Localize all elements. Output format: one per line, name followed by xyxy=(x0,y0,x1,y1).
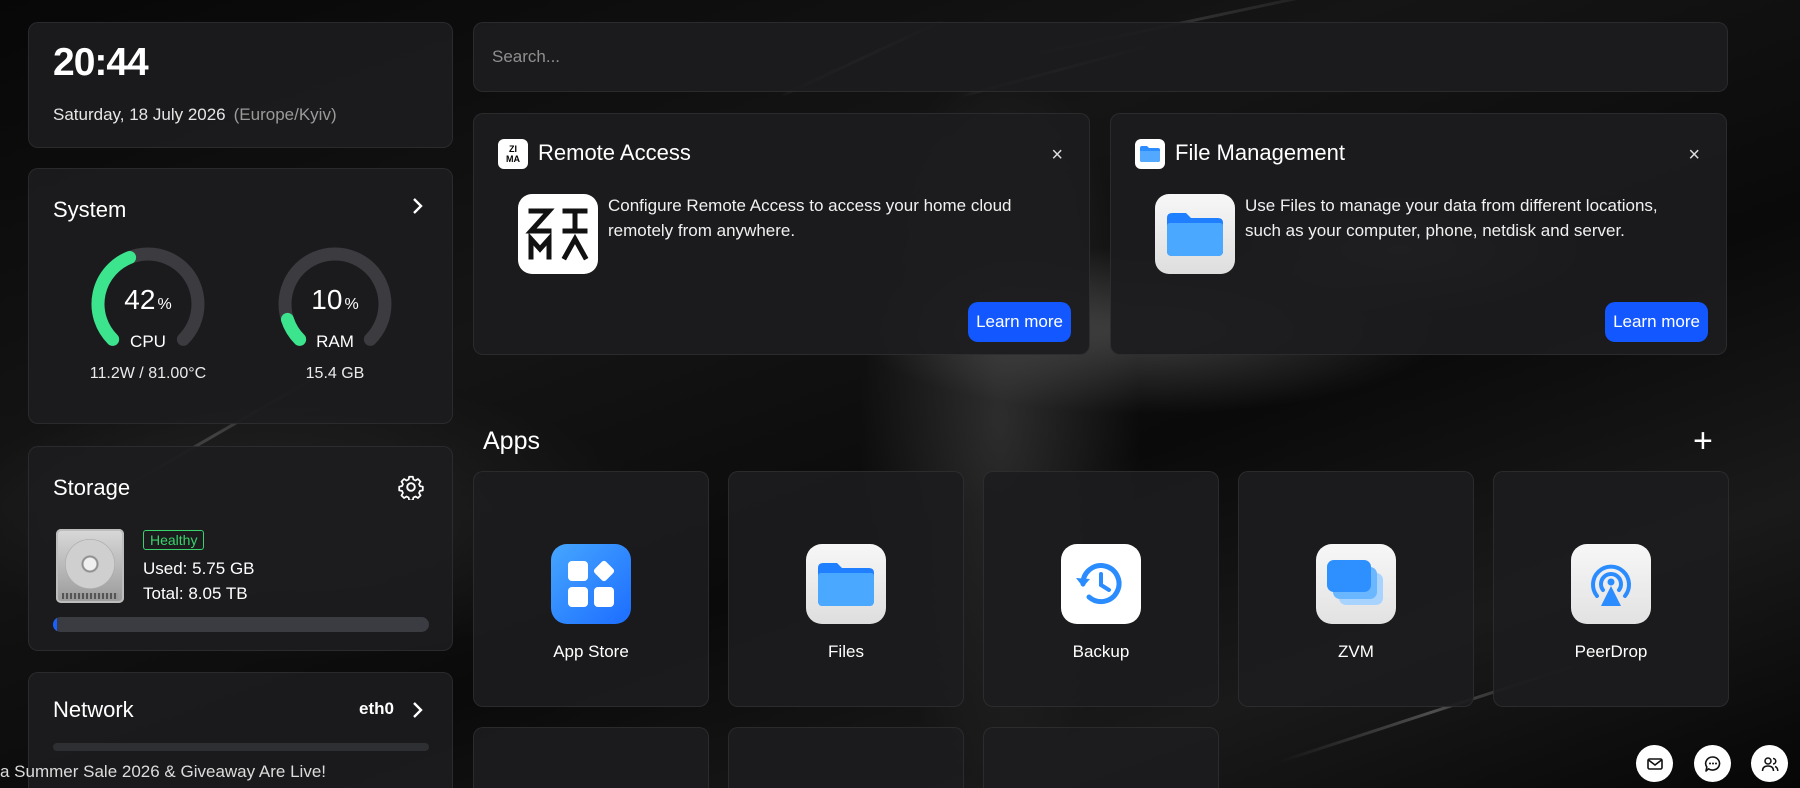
ram-detail: 15.4 GB xyxy=(305,365,365,382)
system-widget: System 42% CPU 11.2W / 81.00°C 10% RAM 1… xyxy=(28,168,453,424)
clock-time: 20:44 xyxy=(53,41,149,84)
chat-icon[interactable] xyxy=(1694,745,1731,782)
ram-value: 10% xyxy=(311,284,359,315)
clock-date-text: Saturday, 18 July 2026 xyxy=(53,105,226,124)
app-tile-files[interactable]: Files xyxy=(728,471,964,707)
storage-status-badge: Healthy xyxy=(143,530,205,550)
file-management-close-icon[interactable]: × xyxy=(1688,144,1700,167)
file-management-description: Use Files to manage your data from diffe… xyxy=(1245,196,1658,240)
app-tile-zvm[interactable]: ZVM xyxy=(1238,471,1474,707)
remote-access-close-icon[interactable]: × xyxy=(1051,144,1063,167)
cpu-label: CPU xyxy=(130,332,166,351)
ram-label: RAM xyxy=(316,332,354,351)
app-name: Files xyxy=(828,642,864,661)
storage-used: Used: 5.75 GB xyxy=(143,559,255,578)
zvm-icon xyxy=(1316,544,1396,624)
users-icon[interactable] xyxy=(1751,745,1788,782)
cpu-value: 42% xyxy=(124,284,172,315)
clock-date: Saturday, 18 July 2026 (Europe/Kyiv) xyxy=(53,105,337,125)
remote-access-description: Configure Remote Access to access your h… xyxy=(608,196,1012,240)
app-store-icon xyxy=(551,544,631,624)
remote-access-learn-more-button[interactable]: Learn more xyxy=(968,302,1071,342)
app-name: ZVM xyxy=(1338,642,1374,661)
folder-icon xyxy=(806,544,886,624)
peerdrop-icon xyxy=(1571,544,1651,624)
system-title: System xyxy=(53,197,127,222)
network-graph-track xyxy=(53,743,429,751)
app-tile-peerdrop[interactable]: PeerDrop xyxy=(1493,471,1729,707)
app-name: PeerDrop xyxy=(1574,642,1648,661)
storage-usage-bar xyxy=(53,617,429,632)
folder-large-icon xyxy=(1155,194,1235,274)
hard-drive-icon xyxy=(56,529,124,603)
network-chevron-right-icon[interactable] xyxy=(407,699,429,721)
backup-icon xyxy=(1061,544,1141,624)
app-name: Backup xyxy=(1072,642,1130,661)
zima-logo-mark xyxy=(525,208,589,261)
file-management-card: File Management × Use Files to manage yo… xyxy=(1110,113,1727,355)
cpu-detail: 11.2W / 81.00°C xyxy=(89,365,207,382)
clock-timezone: (Europe/Kyiv) xyxy=(233,105,337,124)
storage-title: Storage xyxy=(53,475,131,500)
storage-total: Total: 8.05 TB xyxy=(143,584,248,603)
app-tile-row2-3[interactable] xyxy=(983,727,1219,788)
app-tile-app-store[interactable]: App Store xyxy=(473,471,709,707)
network-interface[interactable]: eth0 xyxy=(359,699,394,719)
cpu-gauge: 42% CPU xyxy=(88,244,208,364)
remote-access-card: ZI MA Remote Access × Configure Remote Ac… xyxy=(473,113,1090,355)
zima-logo-icon: ZI MA xyxy=(498,139,528,169)
file-management-title: File Management xyxy=(1175,140,1345,165)
app-tile-backup[interactable]: Backup xyxy=(983,471,1219,707)
app-tile-row2-2[interactable] xyxy=(728,727,964,788)
folder-small-icon xyxy=(1135,139,1165,169)
file-management-learn-more-button[interactable]: Learn more xyxy=(1605,302,1708,342)
ram-gauge: 10% RAM xyxy=(275,244,395,364)
mail-icon[interactable] xyxy=(1636,745,1673,782)
app-name: App Store xyxy=(553,642,629,661)
clock-widget: 20:44 Saturday, 18 July 2026 (Europe/Kyiv… xyxy=(28,22,453,148)
remote-access-title: Remote Access xyxy=(538,140,691,165)
add-app-plus-icon[interactable]: + xyxy=(1693,424,1713,458)
storage-widget: Storage Healthy Used: 5.75 GB Total: 8.0… xyxy=(28,446,453,651)
announcement-ticker[interactable]: a Summer Sale 2026 & Giveaway Are Live! xyxy=(0,762,326,782)
search-input[interactable] xyxy=(473,22,1728,92)
system-chevron-right-icon[interactable] xyxy=(407,195,429,217)
zima-large-logo-icon xyxy=(518,194,598,274)
storage-gear-icon[interactable] xyxy=(397,473,425,501)
storage-usage-fill xyxy=(53,617,57,632)
apps-section-title: Apps xyxy=(483,427,540,455)
network-title: Network xyxy=(53,697,134,722)
app-tile-row2-1[interactable] xyxy=(473,727,709,788)
